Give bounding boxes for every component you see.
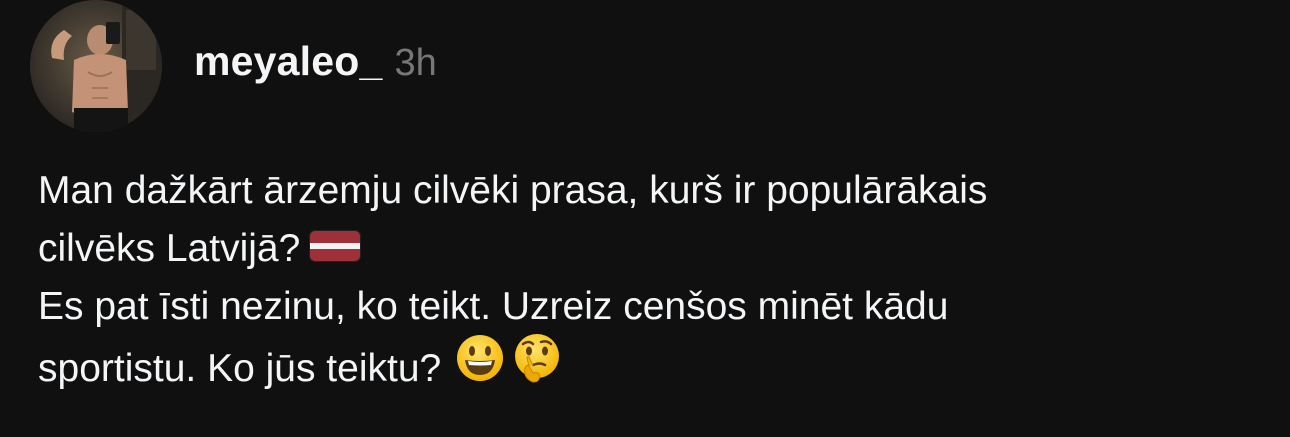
username[interactable]: meyaleo_ [194, 38, 383, 85]
avatar[interactable] [30, 0, 162, 132]
post-text-segment: cilvēks Latvijā? [38, 227, 301, 270]
post-text-segment: Es pat īsti nezinu, ko teikt. Uzreiz cen… [38, 285, 949, 328]
post-text-line: Es pat īsti nezinu, ko teikt. Uzreiz cen… [38, 278, 1258, 336]
avatar-image [30, 0, 162, 132]
post-text-line: sportistu. Ko jūs teiktu? [38, 333, 1258, 405]
thread-post: meyaleo_ 3h Man dažkārt ārzemju cilvēki … [0, 0, 1290, 437]
post-text-segment: Man dažkārt ārzemju cilvēki prasa, kurš … [38, 169, 988, 212]
post-text: Man dažkārt ārzemju cilvēki prasa, kurš … [38, 162, 1258, 405]
post-text-line: Man dažkārt ārzemju cilvēki prasa, kurš … [38, 162, 1258, 220]
grinning-face-icon [455, 333, 505, 400]
latvia-flag-icon [310, 230, 361, 261]
post-timestamp[interactable]: 3h [395, 42, 437, 85]
post-header: meyaleo_ 3h [194, 38, 437, 98]
post-text-line: cilvēks Latvijā? [38, 220, 1258, 278]
post-text-segment: sportistu. Ko jūs teiktu? [38, 346, 442, 390]
thinking-face-icon [511, 332, 563, 401]
